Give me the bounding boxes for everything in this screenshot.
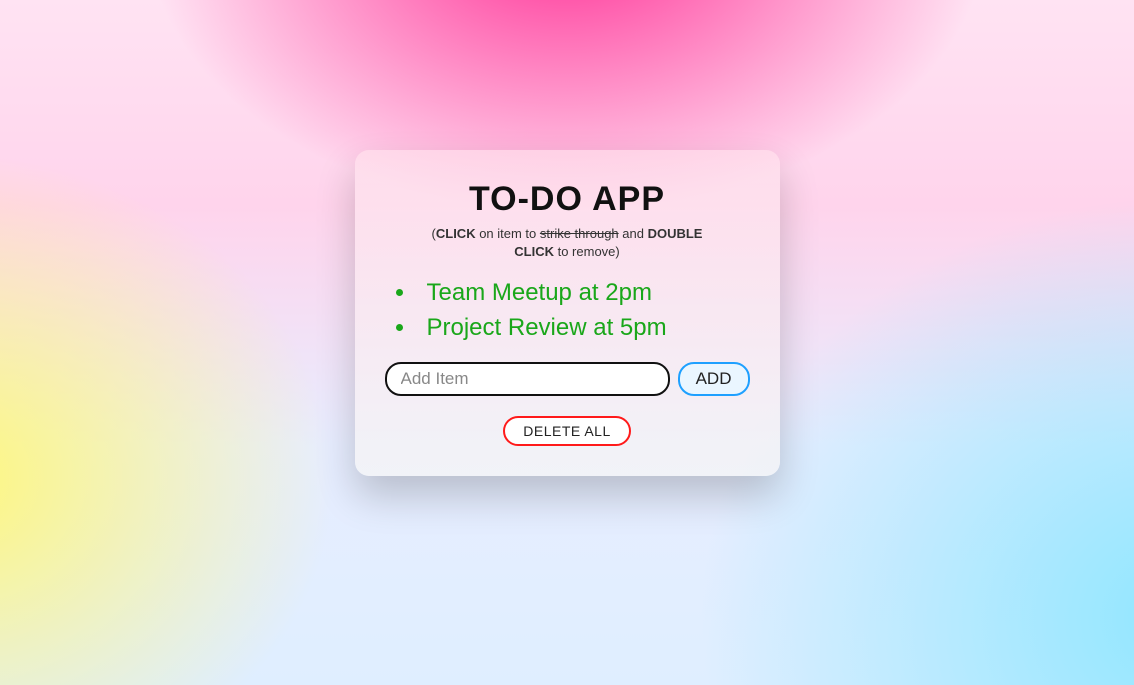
list-item[interactable]: Team Meetup at 2pm <box>417 276 750 311</box>
instructions-text: (CLICK on item to strike through and DOU… <box>412 225 722 260</box>
instructions-mid1: on item to <box>476 226 540 241</box>
todo-list: Team Meetup at 2pm Project Review at 5pm <box>385 276 750 346</box>
list-item[interactable]: Project Review at 5pm <box>417 311 750 346</box>
add-button[interactable]: ADD <box>678 362 750 396</box>
add-item-input[interactable] <box>385 362 670 396</box>
instructions-suffix: to remove) <box>554 244 620 259</box>
instructions-click-bold: CLICK <box>436 226 476 241</box>
add-row: ADD <box>385 362 750 396</box>
todo-card: TO-DO APP (CLICK on item to strike throu… <box>355 150 780 476</box>
app-title: TO-DO APP <box>385 180 750 219</box>
delete-all-button[interactable]: DELETE ALL <box>503 416 631 446</box>
instructions-mid2: and <box>619 226 648 241</box>
instructions-strike: strike through <box>540 226 619 241</box>
